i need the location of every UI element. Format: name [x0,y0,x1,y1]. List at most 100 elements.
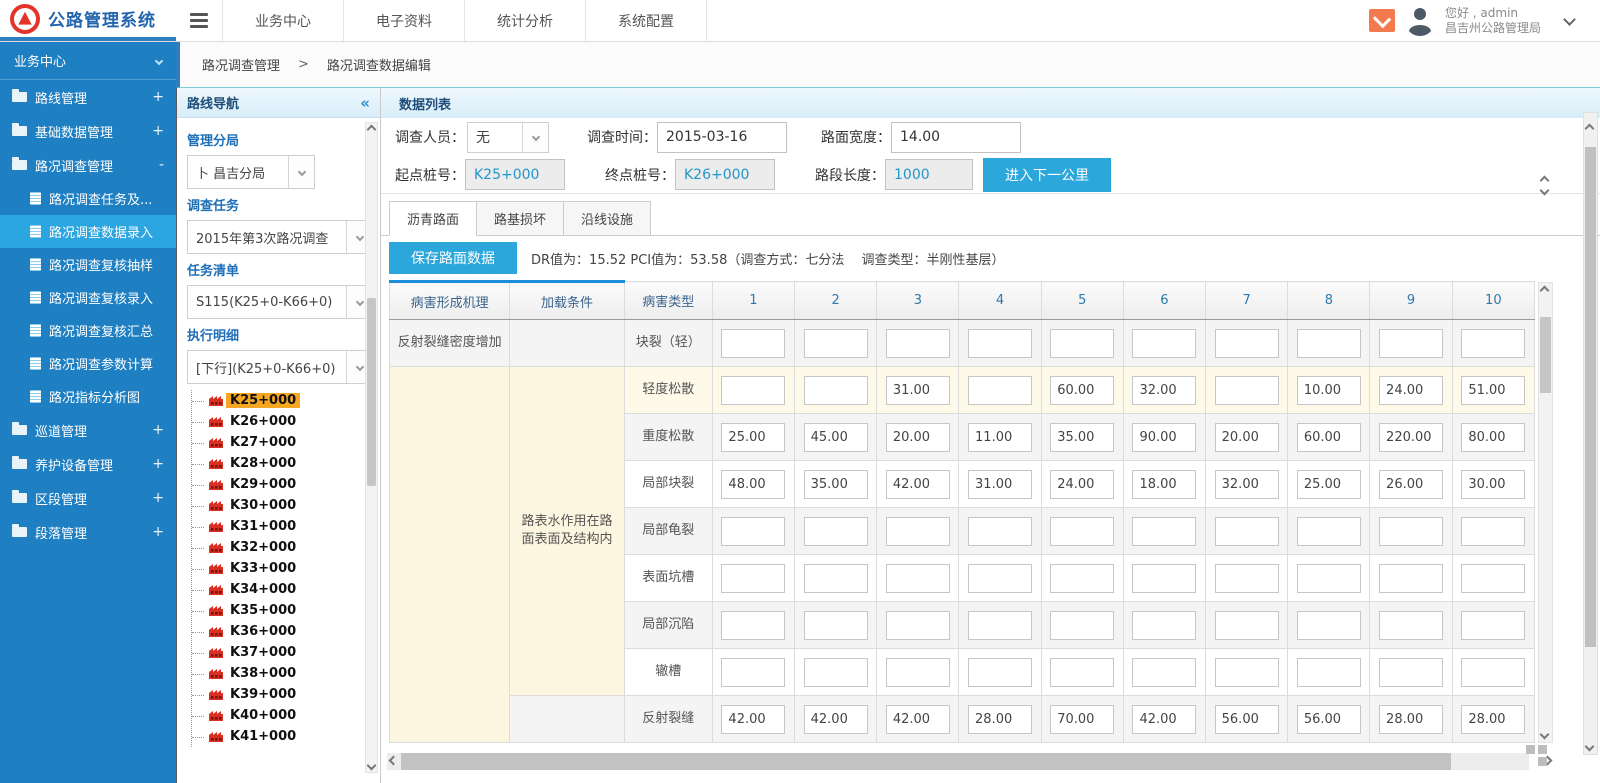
damage-value-input[interactable] [968,611,1032,640]
expand-toggle-icon[interactable]: + [152,422,164,438]
chevron-down-icon[interactable] [288,156,314,188]
damage-value-input[interactable] [1215,564,1279,593]
damage-value-input[interactable] [721,611,785,640]
expand-toggle-icon[interactable]: - [159,157,164,173]
sidebar-subitem[interactable]: 路况调查参数计算 [0,347,176,380]
damage-value-input[interactable] [1132,423,1196,452]
damage-value-input[interactable] [1461,705,1525,734]
tab-active[interactable]: 沥青路面 [389,201,477,236]
scroll-left-icon[interactable] [389,756,399,766]
scrollbar-thumb[interactable] [401,753,1451,770]
damage-value-input[interactable] [1132,376,1196,405]
damage-value-input[interactable] [1050,564,1114,593]
tree-item[interactable]: K25+000 [192,390,380,411]
damage-value-input[interactable] [721,517,785,546]
damage-value-input[interactable] [1297,470,1361,499]
chevron-down-icon[interactable] [522,123,548,152]
damage-value-input[interactable] [1297,564,1361,593]
damage-value-input[interactable] [1050,517,1114,546]
top-nav-item[interactable]: 电子资料 [343,0,464,41]
damage-value-input[interactable] [804,376,868,405]
expand-toggle-icon[interactable]: + [152,524,164,540]
damage-value-input[interactable] [968,423,1032,452]
collapse-panel-button[interactable]: « [360,94,370,112]
sidebar-item[interactable]: 养护设备管理+ [0,447,176,481]
damage-value-input[interactable] [1132,705,1196,734]
tree-item[interactable]: K28+000 [192,453,380,474]
sidebar-subitem[interactable]: 路况调查任务及... [0,182,176,215]
damage-value-input[interactable] [1215,658,1279,687]
damage-value-input[interactable] [1050,705,1114,734]
top-nav-item[interactable]: 业务中心 [222,0,343,41]
damage-value-input[interactable] [968,329,1032,358]
damage-value-input[interactable] [1379,564,1443,593]
menu-toggle-icon[interactable] [176,0,222,41]
tree-item[interactable]: K38+000 [192,663,380,684]
page-vertical-scrollbar[interactable] [1583,112,1598,755]
damage-value-input[interactable] [968,376,1032,405]
damage-value-input[interactable] [1379,376,1443,405]
tree-item[interactable]: K39+000 [192,684,380,705]
damage-value-input[interactable] [886,564,950,593]
damage-value-input[interactable] [1297,423,1361,452]
sidebar-subitem[interactable]: 路况指标分析图 [0,380,176,413]
damage-value-input[interactable] [1215,376,1279,405]
tree-item[interactable]: K31+000 [192,516,380,537]
damage-value-input[interactable] [1461,329,1525,358]
damage-value-input[interactable] [1132,611,1196,640]
damage-value-input[interactable] [968,658,1032,687]
damage-value-input[interactable] [886,611,950,640]
sidebar-item[interactable]: 路况调查管理- [0,148,176,182]
grid-horizontal-scrollbar[interactable] [387,753,1529,770]
damage-value-input[interactable] [1461,517,1525,546]
scroll-down-icon[interactable] [1540,730,1550,740]
damage-value-input[interactable] [1050,611,1114,640]
damage-value-input[interactable] [721,658,785,687]
damage-value-input[interactable] [1297,705,1361,734]
damage-value-input[interactable] [1297,376,1361,405]
tree-item[interactable]: K30+000 [192,495,380,516]
damage-value-input[interactable] [886,329,950,358]
scrollbar-thumb[interactable] [1585,147,1596,647]
damage-value-input[interactable] [1379,705,1443,734]
damage-value-input[interactable] [886,376,950,405]
filter-select[interactable]: 2015年第3次路况调查 [187,220,373,254]
damage-value-input[interactable] [1215,705,1279,734]
survey-date-input[interactable] [657,122,787,153]
next-kilometer-button[interactable]: 进入下一公里 [983,158,1111,192]
scrollbar-thumb[interactable] [367,298,376,486]
damage-value-input[interactable] [1461,658,1525,687]
damage-value-input[interactable] [721,705,785,734]
scroll-up-icon[interactable] [1540,286,1550,296]
damage-value-input[interactable] [804,705,868,734]
filter-select[interactable]: 卜 昌吉分局 [187,155,315,189]
damage-value-input[interactable] [1297,329,1361,358]
damage-value-input[interactable] [721,564,785,593]
tree-item[interactable]: K35+000 [192,600,380,621]
damage-value-input[interactable] [886,517,950,546]
damage-value-input[interactable] [1132,564,1196,593]
expand-toggle-icon[interactable]: + [152,456,164,472]
tree-item[interactable]: K26+000 [192,411,380,432]
tree-item[interactable]: K33+000 [192,558,380,579]
damage-value-input[interactable] [968,470,1032,499]
damage-value-input[interactable] [721,423,785,452]
sidebar-item[interactable]: 巡道管理+ [0,413,176,447]
damage-value-input[interactable] [1379,329,1443,358]
tree-item[interactable]: K29+000 [192,474,380,495]
tree-item[interactable]: K40+000 [192,705,380,726]
sidebar-item[interactable]: 区段管理+ [0,481,176,515]
grid-vertical-scrollbar[interactable] [1538,282,1553,743]
scroll-down-icon[interactable] [1585,742,1595,752]
scroll-up-icon[interactable] [367,125,377,135]
road-width-input[interactable] [891,122,1021,153]
damage-value-input[interactable] [1379,611,1443,640]
expand-toggle-icon[interactable]: + [152,89,164,105]
damage-value-input[interactable] [1132,517,1196,546]
tree-item[interactable]: K41+000 [192,726,380,747]
damage-value-input[interactable] [1379,658,1443,687]
damage-value-input[interactable] [886,423,950,452]
tree-item[interactable]: K34+000 [192,579,380,600]
scrollbar-thumb[interactable] [1540,317,1551,393]
scroll-down-icon[interactable] [367,761,377,771]
